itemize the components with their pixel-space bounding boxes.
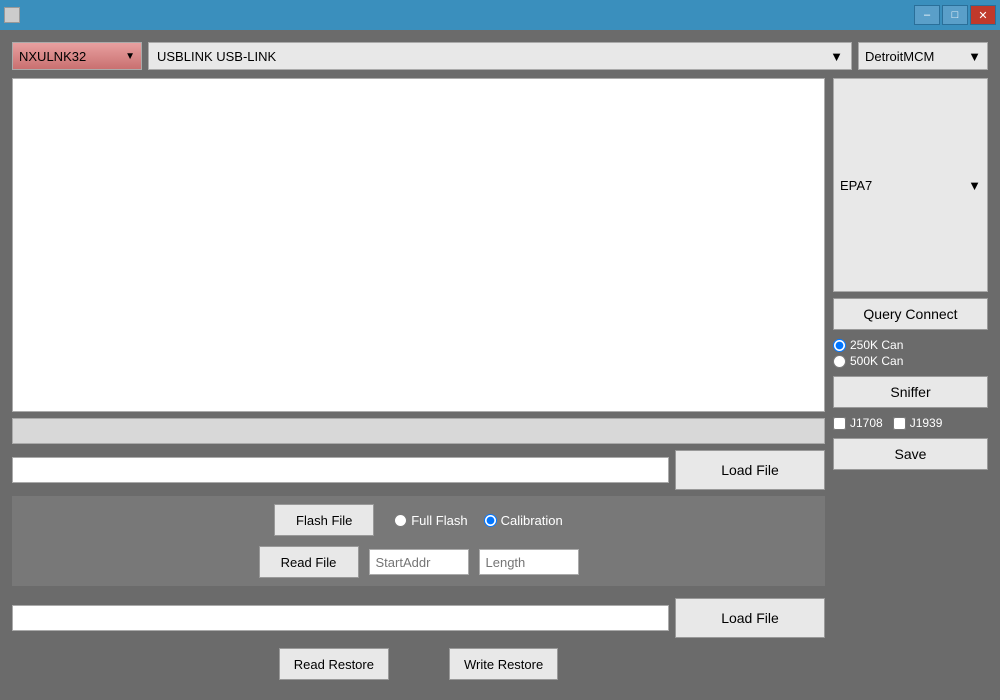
load-file-button-2[interactable]: Load File <box>675 598 825 638</box>
right-spacer <box>833 476 988 688</box>
full-flash-option[interactable]: Full Flash <box>394 513 467 528</box>
calibration-option[interactable]: Calibration <box>484 513 563 528</box>
usb-arrow-icon: ▼ <box>830 49 843 64</box>
can-250k-option[interactable]: 250K Can <box>833 338 988 352</box>
calibration-radio[interactable] <box>484 514 497 527</box>
epa-arrow-icon: ▼ <box>968 178 981 193</box>
save-button[interactable]: Save <box>833 438 988 470</box>
file-path-input-1[interactable] <box>12 457 669 483</box>
title-bar: – □ ✕ <box>0 0 1000 30</box>
can-options: 250K Can 500K Can <box>833 336 988 370</box>
can-500k-option[interactable]: 500K Can <box>833 354 988 368</box>
epa-dropdown[interactable]: EPA7 ▼ <box>833 78 988 292</box>
read-restore-button[interactable]: Read Restore <box>279 648 389 680</box>
length-input[interactable] <box>479 549 579 575</box>
full-flash-radio[interactable] <box>394 514 407 527</box>
flash-row: Flash File Full Flash Calibration <box>12 504 825 536</box>
j1939-option[interactable]: J1939 <box>893 416 943 430</box>
read-file-button[interactable]: Read File <box>259 546 359 578</box>
start-addr-input[interactable] <box>369 549 469 575</box>
can-250k-radio[interactable] <box>833 339 846 352</box>
flash-section: Flash File Full Flash Calibration Read F <box>12 496 825 586</box>
query-connect-button[interactable]: Query Connect <box>833 298 988 330</box>
load-file-button-1[interactable]: Load File <box>675 450 825 490</box>
j1939-checkbox[interactable] <box>893 417 906 430</box>
read-row: Read File <box>12 542 825 582</box>
file-path-input-2[interactable] <box>12 605 669 631</box>
left-panel: Load File Flash File Full Flash Calibrat… <box>12 78 825 688</box>
restore-buttons-row: Read Restore Write Restore <box>12 644 825 684</box>
write-restore-button[interactable]: Write Restore <box>449 648 558 680</box>
j1708-option[interactable]: J1708 <box>833 416 883 430</box>
restore-section: Load File Read Restore Write Restore <box>12 592 825 688</box>
protocol-checkboxes: J1708 J1939 <box>833 414 988 432</box>
restore-file-row: Load File <box>12 598 825 638</box>
sniffer-button[interactable]: Sniffer <box>833 376 988 408</box>
title-controls: – □ ✕ <box>914 5 996 25</box>
title-bar-left <box>4 7 20 23</box>
j1708-checkbox[interactable] <box>833 417 846 430</box>
main-container: NXULNK32 ▼ USBLINK USB-LINK ▼ DetroitMCM… <box>0 30 1000 700</box>
nxulink-dropdown[interactable]: NXULNK32 ▼ <box>12 42 142 70</box>
right-panel: EPA7 ▼ Query Connect 250K Can 500K Can S… <box>833 78 988 688</box>
restore-button[interactable]: □ <box>942 5 968 25</box>
content-area: Load File Flash File Full Flash Calibrat… <box>12 78 988 688</box>
flash-file-button[interactable]: Flash File <box>274 504 374 536</box>
usb-dropdown[interactable]: USBLINK USB-LINK ▼ <box>148 42 852 70</box>
minimize-button[interactable]: – <box>914 5 940 25</box>
file-input-row-1: Load File <box>12 450 825 490</box>
can-500k-radio[interactable] <box>833 355 846 368</box>
detroit-arrow-icon: ▼ <box>968 49 981 64</box>
close-button[interactable]: ✕ <box>970 5 996 25</box>
nxulink-arrow-icon: ▼ <box>125 51 135 62</box>
detroit-dropdown[interactable]: DetroitMCM ▼ <box>858 42 988 70</box>
log-area <box>12 78 825 412</box>
app-icon <box>4 7 20 23</box>
top-row: NXULNK32 ▼ USBLINK USB-LINK ▼ DetroitMCM… <box>12 42 988 70</box>
flash-mode-group: Full Flash Calibration <box>394 513 563 528</box>
progress-bar <box>12 418 825 444</box>
